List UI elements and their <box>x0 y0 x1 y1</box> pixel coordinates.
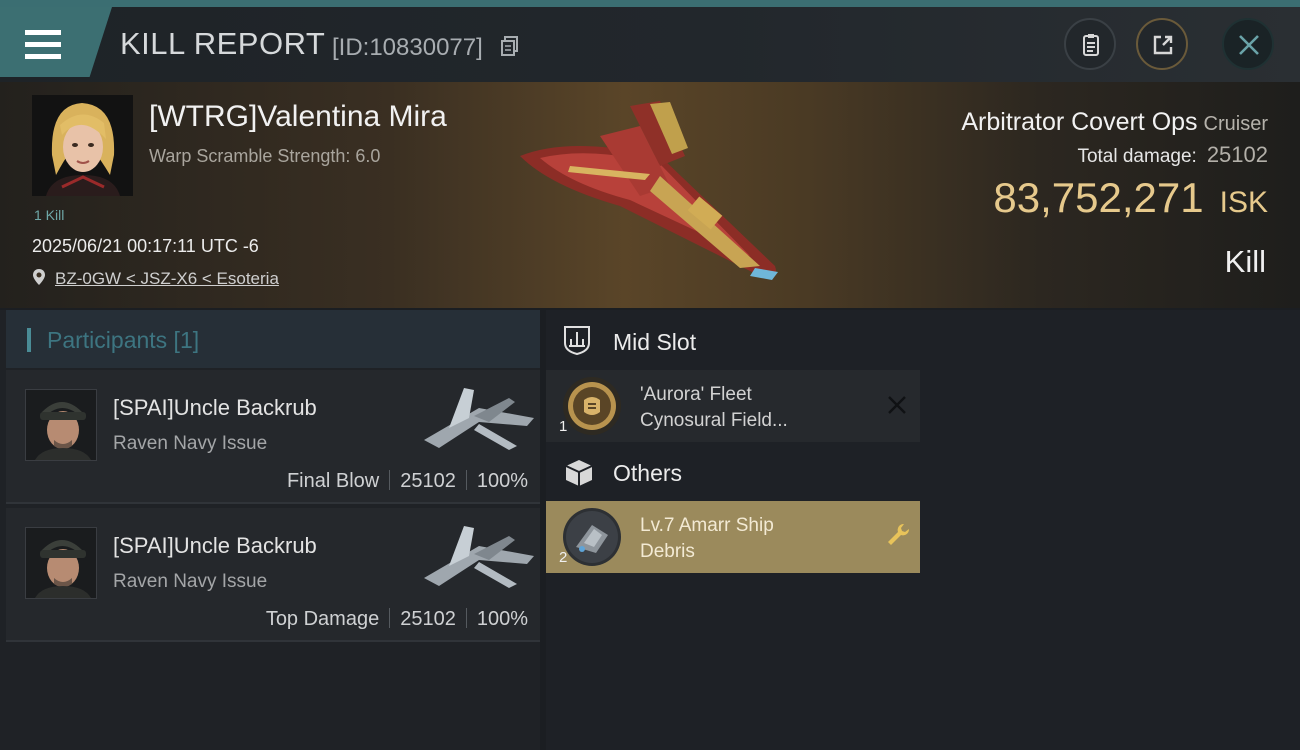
participant-ship: Raven Navy Issue <box>113 433 268 454</box>
victim-ship-image[interactable] <box>510 96 790 296</box>
item-name: Lv.7 Amarr Ship Debris <box>640 513 870 565</box>
item-name-line2: Cynosural Field... <box>640 410 788 431</box>
participant-name[interactable]: [SPAI]Uncle Backrub <box>113 533 317 559</box>
stat-divider <box>465 608 467 628</box>
close-icon <box>1239 35 1259 55</box>
item-name-line1: Lv.7 Amarr Ship <box>640 515 774 536</box>
ship-name[interactable]: Arbitrator Covert Ops <box>961 108 1197 136</box>
isk-unit: ISK <box>1219 186 1268 219</box>
mid-slot-icon <box>564 326 590 355</box>
participant-percent: 100% <box>476 608 528 630</box>
result-label: Kill <box>1224 244 1266 279</box>
ship-debris-icon <box>563 508 621 566</box>
header-accent-bar <box>27 328 31 352</box>
menu-icon[interactable] <box>25 30 63 62</box>
close-button[interactable] <box>1222 18 1274 70</box>
participant-damage: 25102 <box>400 608 456 630</box>
total-damage: Total damage: 25102 <box>1077 142 1268 168</box>
item-name-line1: 'Aurora' Fleet <box>640 384 752 405</box>
participant-stats: Top Damage 25102 100% <box>266 608 528 631</box>
victim-ship-type: Arbitrator Covert Ops Cruiser <box>961 108 1268 137</box>
menu-button[interactable] <box>0 7 112 77</box>
others-item[interactable]: 2 Lv.7 Amarr Ship Debris <box>546 501 920 573</box>
participant-ship-image <box>424 526 534 588</box>
participant-avatar[interactable] <box>25 527 97 599</box>
participant-role: Final Blow <box>286 470 380 492</box>
destroyed-x-icon <box>888 396 906 414</box>
victim-portrait[interactable] <box>32 95 133 196</box>
others-cube-icon <box>565 460 593 486</box>
report-id: [ID:10830077] <box>332 34 483 61</box>
copy-icon[interactable] <box>501 36 519 56</box>
participant-row[interactable]: [SPAI]Uncle Backrub Raven Navy Issue Fin… <box>6 370 540 504</box>
modules-panel: Mid Slot 1 'Aurora' Fleet Cynosural Fiel… <box>546 310 1300 750</box>
total-damage-label: Total damage: <box>1077 146 1197 167</box>
participant-ship: Raven Navy Issue <box>113 571 268 592</box>
stat-divider <box>389 470 391 490</box>
participant-percent: 100% <box>476 470 528 492</box>
participant-name[interactable]: [SPAI]Uncle Backrub <box>113 395 317 421</box>
location-pin-icon <box>33 269 45 285</box>
mid-slot-item[interactable]: 1 'Aurora' Fleet Cynosural Field... <box>546 370 920 442</box>
kill-count: 1 Kill <box>34 207 65 223</box>
top-accent-line <box>0 0 1300 7</box>
participant-avatar[interactable] <box>25 389 97 461</box>
participant-ship-image <box>424 388 534 450</box>
participant-row[interactable]: [SPAI]Uncle Backrub Raven Navy Issue Top… <box>6 508 540 642</box>
stat-divider <box>465 470 467 490</box>
clipboard-icon <box>1083 34 1099 56</box>
cynosural-field-icon <box>563 377 621 435</box>
victim-name[interactable]: [WTRG]Valentina Mira <box>149 100 447 134</box>
kill-location-link[interactable]: BZ-0GW < JSZ-X6 < Esoteria <box>55 269 279 289</box>
participants-panel: Participants [1] [SPAI]Uncle Backrub Rav… <box>0 310 540 750</box>
participants-header: Participants [1] <box>6 310 540 368</box>
kill-datetime: 2025/06/21 00:17:11 UTC -6 <box>32 236 259 256</box>
isk-value: 83,752,271 ISK <box>993 174 1268 222</box>
mid-slot-label: Mid Slot <box>613 329 697 355</box>
item-name-line2: Debris <box>640 541 695 562</box>
page-title: KILL REPORT <box>120 26 326 61</box>
others-label: Others <box>613 460 683 486</box>
share-icon <box>1153 35 1173 55</box>
clipboard-button[interactable] <box>1064 18 1116 70</box>
stat-divider <box>389 608 391 628</box>
warp-scramble-strength: Warp Scramble Strength: 6.0 <box>149 146 381 166</box>
item-quantity: 1 <box>559 418 568 435</box>
share-button[interactable] <box>1136 18 1188 70</box>
item-quantity: 2 <box>559 549 568 566</box>
victim-banner: [WTRG]Valentina Mira Warp Scramble Stren… <box>0 82 1300 308</box>
item-name: 'Aurora' Fleet Cynosural Field... <box>640 382 870 434</box>
top-bar: KILL REPORT [ID:10830077] <box>0 0 1300 82</box>
participants-title: Participants [1] <box>47 327 200 353</box>
wrench-icon[interactable] <box>884 521 912 549</box>
participant-role: Top Damage <box>265 608 380 630</box>
isk-amount: 83,752,271 <box>993 174 1204 221</box>
total-damage-value: 25102 <box>1206 142 1268 167</box>
participant-damage: 25102 <box>400 470 456 492</box>
participant-stats: Final Blow 25102 100% <box>287 470 528 493</box>
ship-class: Cruiser <box>1203 113 1268 135</box>
